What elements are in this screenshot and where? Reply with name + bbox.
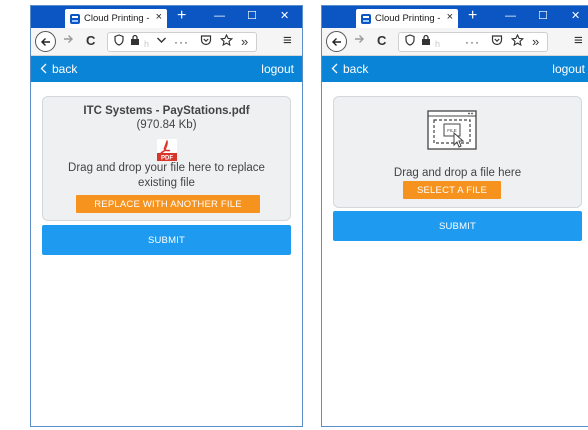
nav-toolbar: C h ··· » ≡ (31, 28, 302, 56)
tab-title: Cloud Printing - \ (375, 13, 443, 24)
drop-instructions: Drag and drop a file here (393, 167, 522, 179)
chevron-left-icon (40, 63, 47, 76)
back-link[interactable]: back (331, 62, 368, 76)
nav-toolbar: C h ··· » ≡ (322, 28, 588, 56)
file-drop-illustration-icon: FILE (427, 110, 477, 150)
file-size: (970.84 Kb) (136, 119, 197, 131)
chevron-down-icon[interactable] (156, 34, 167, 50)
logout-link[interactable]: logout (552, 62, 585, 76)
logout-link[interactable]: logout (261, 62, 294, 76)
back-link[interactable]: back (40, 62, 77, 76)
url-bar[interactable]: h ··· » (107, 32, 257, 52)
back-label: back (52, 62, 78, 76)
browser-window-right: Cloud Printing - \ × + — ☐ ✕ C h ··· » ≡… (321, 5, 588, 427)
pocket-icon[interactable] (200, 34, 212, 50)
minimize-button[interactable]: — (214, 9, 225, 23)
forward-arrow-icon[interactable] (62, 33, 74, 49)
overflow-icon[interactable]: » (241, 34, 248, 50)
file-drop-zone[interactable]: ITC Systems - PayStations.pdf (970.84 Kb… (42, 96, 291, 221)
illus-file-label: FILE (447, 128, 457, 133)
bookmark-star-icon[interactable] (510, 33, 525, 50)
drop-instructions: Drag and drop your file here to replace … (68, 162, 265, 189)
page-actions-icon[interactable]: ··· (465, 34, 480, 50)
browser-tab[interactable]: Cloud Printing - \ × (65, 9, 167, 28)
reload-icon[interactable]: C (86, 33, 95, 49)
browser-tab[interactable]: Cloud Printing - \ × (356, 9, 458, 28)
close-window-button[interactable]: ✕ (571, 9, 580, 23)
chevron-left-icon (331, 63, 338, 76)
app-favicon-icon (361, 13, 371, 24)
close-window-button[interactable]: ✕ (280, 9, 289, 23)
maximize-button[interactable]: ☐ (538, 9, 548, 23)
lock-icon (130, 34, 140, 50)
lock-icon (421, 34, 431, 50)
url-text: h (435, 39, 441, 49)
menu-icon[interactable]: ≡ (283, 33, 292, 49)
maximize-button[interactable]: ☐ (247, 9, 257, 23)
select-file-button[interactable]: SELECT A FILE (403, 181, 501, 199)
tab-close-icon[interactable]: × (447, 11, 453, 23)
file-drop-zone[interactable]: FILE Drag and drop a file here SELECT A … (333, 96, 582, 208)
new-tab-button[interactable]: + (177, 7, 186, 25)
url-text: h (144, 39, 150, 49)
shield-icon (405, 34, 415, 50)
new-tab-button[interactable]: + (468, 7, 477, 25)
page-actions-icon[interactable]: ··· (174, 34, 189, 50)
shield-icon (114, 34, 124, 50)
tab-title: Cloud Printing - \ (84, 13, 152, 24)
submit-button[interactable]: SUBMIT (333, 211, 582, 241)
back-arrow-icon[interactable] (326, 31, 347, 52)
tab-strip: Cloud Printing - \ × + — ☐ ✕ (31, 6, 302, 28)
file-name: ITC Systems - PayStations.pdf (83, 105, 250, 117)
minimize-button[interactable]: — (505, 9, 516, 23)
tab-close-icon[interactable]: × (156, 11, 162, 23)
tab-strip: Cloud Printing - \ × + — ☐ ✕ (322, 6, 588, 28)
overflow-icon[interactable]: » (532, 34, 539, 50)
back-label: back (343, 62, 369, 76)
app-favicon-icon (70, 13, 80, 24)
url-bar[interactable]: h ··· » (398, 32, 548, 52)
pdf-file-icon: PDF (157, 139, 177, 162)
reload-icon[interactable]: C (377, 33, 386, 49)
submit-button[interactable]: SUBMIT (42, 225, 291, 255)
app-header: back logout (31, 56, 302, 82)
browser-window-left: Cloud Printing - \ × + — ☐ ✕ C h ··· » ≡… (30, 5, 303, 427)
pocket-icon[interactable] (491, 34, 503, 50)
menu-icon[interactable]: ≡ (574, 33, 583, 49)
back-arrow-icon[interactable] (35, 31, 56, 52)
forward-arrow-icon[interactable] (353, 33, 365, 49)
app-header: back logout (322, 56, 588, 82)
bookmark-star-icon[interactable] (219, 33, 234, 50)
replace-file-button[interactable]: REPLACE WITH ANOTHER FILE (76, 195, 260, 213)
